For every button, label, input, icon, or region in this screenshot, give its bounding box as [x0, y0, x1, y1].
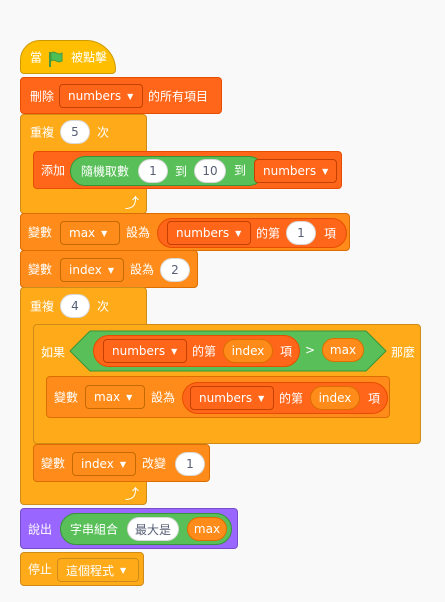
item-suffix-label: 項: [324, 226, 337, 241]
random-from-input[interactable]: 1: [138, 159, 168, 183]
set-index-block[interactable]: 變數 index ▼ 設為 2: [20, 250, 198, 288]
greater-than-operator: >: [305, 343, 316, 357]
add-to-list-block[interactable]: 添加 隨機取數 1 到 10 到 numbers ▼: [33, 151, 342, 189]
item-suffix-label: 項: [280, 344, 293, 359]
clicked-label: 被點擊: [71, 50, 108, 65]
variable-name: index: [69, 263, 102, 277]
dropdown-arrow-icon: ▼: [119, 459, 126, 469]
variable-label: 變數: [41, 456, 66, 471]
set-to-label: 設為: [126, 225, 151, 240]
when-label: 當: [30, 50, 43, 65]
item-label: 的第: [192, 344, 217, 359]
loop-arrow-icon: ⤴: [125, 196, 139, 212]
item-index-input[interactable]: 1: [286, 221, 316, 245]
max-variable-reporter[interactable]: max: [187, 517, 227, 541]
delete-all-of-list-block[interactable]: 刪除 numbers ▼ 的所有項目: [20, 77, 222, 114]
list-dropdown[interactable]: numbers ▼: [254, 159, 337, 183]
stop-option-dropdown[interactable]: 這個程式 ▼: [57, 558, 139, 582]
list-name: numbers: [112, 344, 166, 358]
if-label: 如果: [41, 345, 66, 360]
say-label: 說出: [28, 522, 53, 536]
join-text-input[interactable]: 最大是: [127, 517, 179, 541]
stop-block[interactable]: 停止 這個程式 ▼: [20, 552, 144, 586]
change-by-label: 改變: [142, 456, 167, 471]
list-name: numbers: [199, 391, 253, 405]
dropdown-arrow-icon: ▼: [171, 346, 178, 356]
variable-dropdown[interactable]: index ▼: [72, 452, 136, 476]
variable-name: index: [81, 457, 114, 471]
variable-name: max: [94, 390, 121, 404]
variable-label: 變數: [28, 262, 53, 277]
then-label: 那麼: [391, 345, 416, 360]
variable-dropdown[interactable]: max ▼: [85, 385, 145, 409]
dropdown-arrow-icon: ▼: [120, 565, 127, 575]
dropdown-arrow-icon: ▼: [126, 392, 133, 402]
dropdown-arrow-icon: ▼: [235, 228, 242, 238]
all-items-label: 的所有項目: [148, 89, 209, 103]
list-dropdown[interactable]: numbers ▼: [103, 339, 187, 363]
repeat-label: 重複: [30, 125, 55, 140]
item-of-list-block[interactable]: numbers ▼ 的第 index 項: [182, 382, 388, 414]
say-block[interactable]: 說出 字串組合 最大是 max: [20, 508, 238, 549]
list-dropdown[interactable]: numbers ▼: [167, 221, 251, 245]
to-list-label: 到: [234, 163, 247, 178]
list-name: numbers: [68, 89, 122, 103]
variable-label: 變數: [54, 390, 79, 405]
when-flag-clicked-block[interactable]: 當 被點擊: [20, 40, 116, 74]
set-to-label: 設為: [130, 262, 155, 277]
item-label: 的第: [256, 226, 281, 241]
dropdown-arrow-icon: ▼: [322, 166, 329, 176]
variable-name: max: [69, 226, 96, 240]
item-label: 的第: [279, 391, 304, 406]
stop-option-name: 這個程式: [66, 563, 115, 578]
index-variable-reporter[interactable]: index: [223, 339, 273, 363]
loop-arrow-icon: ⤴: [125, 487, 139, 503]
random-to-label: 到: [175, 164, 188, 179]
random-to-input[interactable]: 10: [194, 159, 226, 183]
item-of-list-block[interactable]: numbers ▼ 的第 1 項: [157, 218, 347, 248]
list-dropdown[interactable]: numbers ▼: [59, 84, 143, 108]
list-name: numbers: [263, 164, 317, 178]
join-block[interactable]: 字串組合 最大是 max: [60, 513, 232, 545]
random-label: 隨機取數: [81, 164, 130, 179]
times-label: 次: [97, 299, 110, 314]
dropdown-arrow-icon: ▼: [107, 265, 114, 275]
list-name: numbers: [176, 226, 230, 240]
list-dropdown[interactable]: numbers ▼: [190, 386, 274, 410]
delete-label: 刪除: [30, 89, 55, 103]
variable-label: 變數: [28, 225, 53, 240]
repeat-count-input[interactable]: 4: [60, 294, 90, 318]
index-variable-reporter[interactable]: index: [310, 386, 360, 410]
change-value-input[interactable]: 1: [175, 452, 205, 476]
variable-dropdown[interactable]: index ▼: [60, 258, 124, 282]
item-suffix-label: 項: [368, 391, 381, 406]
join-label: 字串組合: [70, 522, 119, 537]
repeat-label: 重複: [30, 299, 55, 314]
dropdown-arrow-icon: ▼: [101, 228, 108, 238]
green-flag-icon: [49, 51, 63, 67]
dropdown-arrow-icon: ▼: [258, 393, 265, 403]
change-index-block[interactable]: 變數 index ▼ 改變 1: [33, 444, 210, 482]
max-variable-reporter[interactable]: max: [322, 338, 364, 362]
set-to-label: 設為: [151, 390, 176, 405]
dropdown-arrow-icon: ▼: [127, 91, 134, 101]
set-value-input[interactable]: 2: [160, 258, 190, 282]
variable-dropdown[interactable]: max ▼: [60, 221, 120, 245]
repeat-count-input[interactable]: 5: [60, 120, 90, 144]
set-max-block[interactable]: 變數 max ▼ 設為 numbers ▼ 的第 1 項: [20, 213, 350, 251]
add-label: 添加: [41, 163, 66, 178]
times-label: 次: [97, 125, 110, 140]
set-max-block[interactable]: 變數 max ▼ 設為 numbers ▼ 的第 index 項: [46, 376, 390, 418]
stop-label: 停止: [28, 562, 53, 577]
item-of-list-block[interactable]: numbers ▼ 的第 index 項: [93, 335, 300, 367]
